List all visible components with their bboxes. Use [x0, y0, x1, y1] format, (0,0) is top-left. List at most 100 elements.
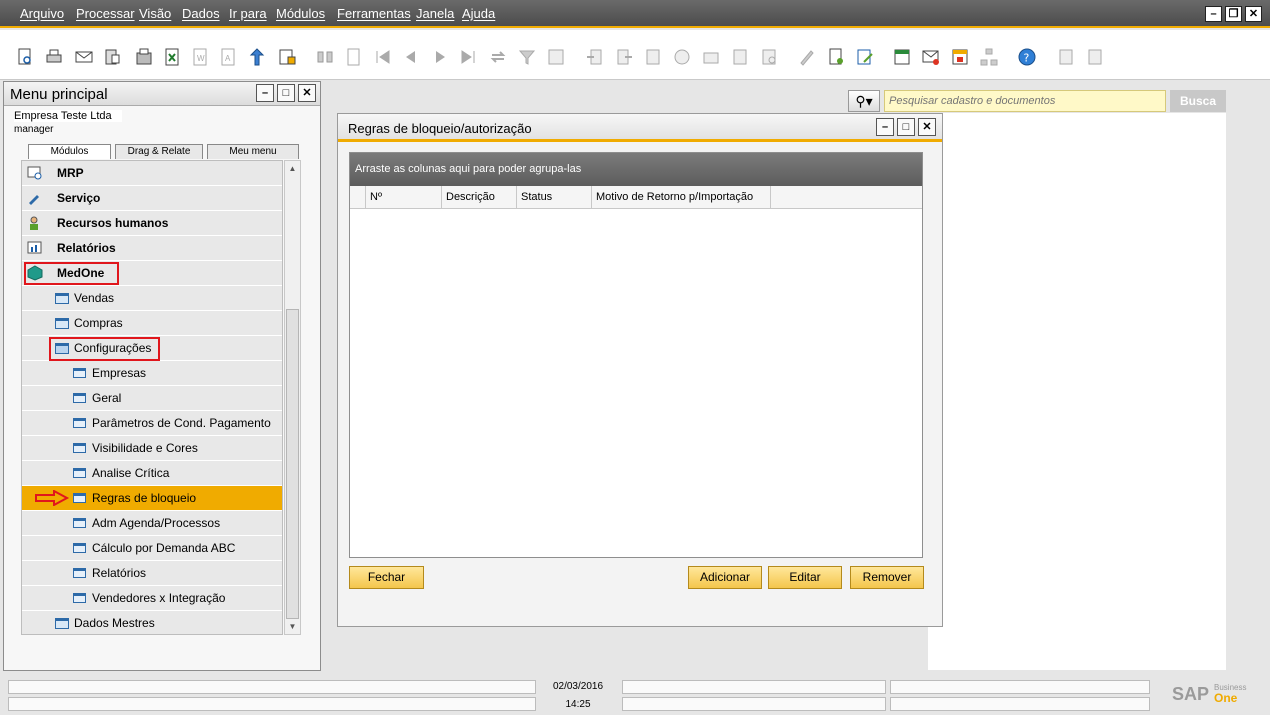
tree-item-label: Dados Mestres — [74, 616, 155, 630]
minimize-icon[interactable]: – — [1205, 6, 1222, 22]
company-name: Empresa Teste Ltda — [14, 110, 122, 122]
search-icon[interactable]: ⚲▾ — [848, 90, 880, 112]
edit-form-icon[interactable] — [796, 46, 818, 68]
lock-screen-icon[interactable] — [276, 46, 298, 68]
search-button[interactable]: Busca — [1170, 90, 1226, 112]
alerts-icon[interactable] — [949, 46, 971, 68]
menu-modulos[interactable]: Módulos — [276, 6, 325, 21]
last-record-icon[interactable] — [457, 46, 479, 68]
journal-entry-icon[interactable] — [729, 46, 751, 68]
notes-icon[interactable] — [1084, 46, 1106, 68]
fax-icon[interactable] — [133, 46, 155, 68]
remove-button[interactable]: Remover — [850, 566, 924, 589]
launch-app-icon[interactable] — [246, 46, 268, 68]
close-button[interactable]: Fechar — [349, 566, 424, 589]
tree-item-relatorios-medone[interactable]: Relatórios — [22, 561, 282, 586]
tree-item-calculo-demanda-abc[interactable]: Cálculo por Demanda ABC — [22, 536, 282, 561]
maximize-icon[interactable]: □ — [897, 118, 915, 136]
tree-item-servico[interactable]: Serviço — [22, 186, 282, 211]
target-document-icon[interactable] — [613, 46, 635, 68]
tree-item-mrp[interactable]: MRP — [22, 161, 282, 186]
search-input[interactable] — [884, 90, 1166, 112]
tree-item-analise-critica[interactable]: Analise Crítica — [22, 461, 282, 486]
highlight-box-medone — [24, 262, 119, 285]
calendar-icon[interactable] — [891, 46, 913, 68]
scroll-thumb[interactable] — [286, 309, 299, 619]
tree-item-regras-de-bloqueio[interactable]: Regras de bloqueio — [22, 486, 282, 511]
maximize-icon[interactable]: □ — [277, 84, 295, 102]
tree-scrollbar[interactable]: ▲ ▼ — [284, 160, 301, 635]
preview-icon[interactable] — [15, 46, 37, 68]
tree-item-vendas[interactable]: Vendas — [22, 286, 282, 311]
minimize-icon[interactable]: – — [876, 118, 894, 136]
word-icon[interactable]: W — [189, 46, 211, 68]
form-icon — [73, 468, 86, 478]
close-icon[interactable]: ✕ — [918, 118, 936, 136]
tree-item-label: Relatórios — [92, 566, 147, 580]
row-selector-header[interactable] — [350, 186, 366, 208]
close-icon[interactable]: ✕ — [1245, 6, 1262, 22]
column-motivo-retorno[interactable]: Motivo de Retorno p/Importação — [592, 186, 771, 208]
scroll-down-icon[interactable]: ▼ — [285, 619, 300, 634]
menu-dados[interactable]: Dados — [182, 6, 220, 21]
column-descricao[interactable]: Descrição — [442, 186, 517, 208]
menu-visao[interactable]: Visão — [139, 6, 171, 21]
restore-icon[interactable]: ❐ — [1225, 6, 1242, 22]
tree-item-compras[interactable]: Compras — [22, 311, 282, 336]
calculator-icon[interactable] — [1055, 46, 1077, 68]
column-numero[interactable]: Nº — [366, 186, 442, 208]
user-defined-fields-icon[interactable] — [854, 46, 876, 68]
column-status[interactable]: Status — [517, 186, 592, 208]
module-tree: MRP Serviço Recursos humanos Relatórios … — [21, 160, 283, 635]
refresh-icon[interactable] — [487, 46, 509, 68]
sort-icon[interactable] — [545, 46, 567, 68]
dialog-title: Regras de bloqueio/autorização — [348, 121, 532, 136]
first-record-icon[interactable] — [372, 46, 394, 68]
svg-text:?: ? — [1024, 52, 1030, 65]
menu-janela[interactable]: Janela — [416, 6, 454, 21]
sms-icon[interactable] — [101, 46, 123, 68]
edit-button[interactable]: Editar — [768, 566, 842, 589]
gross-profit-icon[interactable] — [671, 46, 693, 68]
menu-arquivo[interactable]: Arquivo — [20, 6, 64, 21]
tree-item-parametros-cond-pagamento[interactable]: Parâmetros de Cond. Pagamento — [22, 411, 282, 436]
tree-item-visibilidade-cores[interactable]: Visibilidade e Cores — [22, 436, 282, 461]
settings-document-icon[interactable] — [825, 46, 847, 68]
tree-item-geral[interactable]: Geral — [22, 386, 282, 411]
volume-weight-icon[interactable] — [700, 46, 722, 68]
payment-means-icon[interactable] — [642, 46, 664, 68]
transaction-icon[interactable] — [758, 46, 780, 68]
status-field-4 — [622, 697, 886, 711]
add-button[interactable]: Adicionar — [688, 566, 762, 589]
filter-icon[interactable] — [516, 46, 538, 68]
add-icon[interactable] — [342, 46, 364, 68]
tree-item-empresas[interactable]: Empresas — [22, 361, 282, 386]
org-chart-icon[interactable] — [978, 46, 1000, 68]
tree-item-recursos-humanos[interactable]: Recursos humanos — [22, 211, 282, 236]
menu-ir-para[interactable]: Ir para — [229, 6, 267, 21]
next-record-icon[interactable] — [429, 46, 451, 68]
base-document-icon[interactable] — [584, 46, 606, 68]
menu-processar[interactable]: Processar — [76, 6, 135, 21]
tab-modulos[interactable]: Módulos — [28, 144, 111, 159]
menu-ferramentas[interactable]: Ferramentas — [337, 6, 411, 21]
previous-record-icon[interactable] — [400, 46, 422, 68]
tab-drag-relate[interactable]: Drag & Relate — [115, 144, 203, 159]
pdf-icon[interactable]: A — [217, 46, 239, 68]
tree-item-relatorios[interactable]: Relatórios — [22, 236, 282, 261]
scroll-up-icon[interactable]: ▲ — [285, 161, 300, 176]
tab-meu-menu[interactable]: Meu menu — [207, 144, 299, 159]
close-icon[interactable]: ✕ — [298, 84, 316, 102]
excel-icon[interactable] — [161, 46, 183, 68]
group-by-bar[interactable]: Arraste as colunas aqui para poder agrup… — [350, 153, 922, 186]
find-icon[interactable] — [314, 46, 336, 68]
help-icon[interactable]: ? — [1016, 46, 1038, 68]
menu-ajuda[interactable]: Ajuda — [462, 6, 495, 21]
minimize-icon[interactable]: – — [256, 84, 274, 102]
tree-item-vendedores-integracao[interactable]: Vendedores x Integração — [22, 586, 282, 611]
print-icon[interactable] — [43, 46, 65, 68]
messages-icon[interactable] — [920, 46, 942, 68]
tree-item-dados-mestres[interactable]: Dados Mestres — [22, 611, 282, 634]
tree-item-adm-agenda-processos[interactable]: Adm Agenda/Processos — [22, 511, 282, 536]
email-icon[interactable] — [73, 46, 95, 68]
